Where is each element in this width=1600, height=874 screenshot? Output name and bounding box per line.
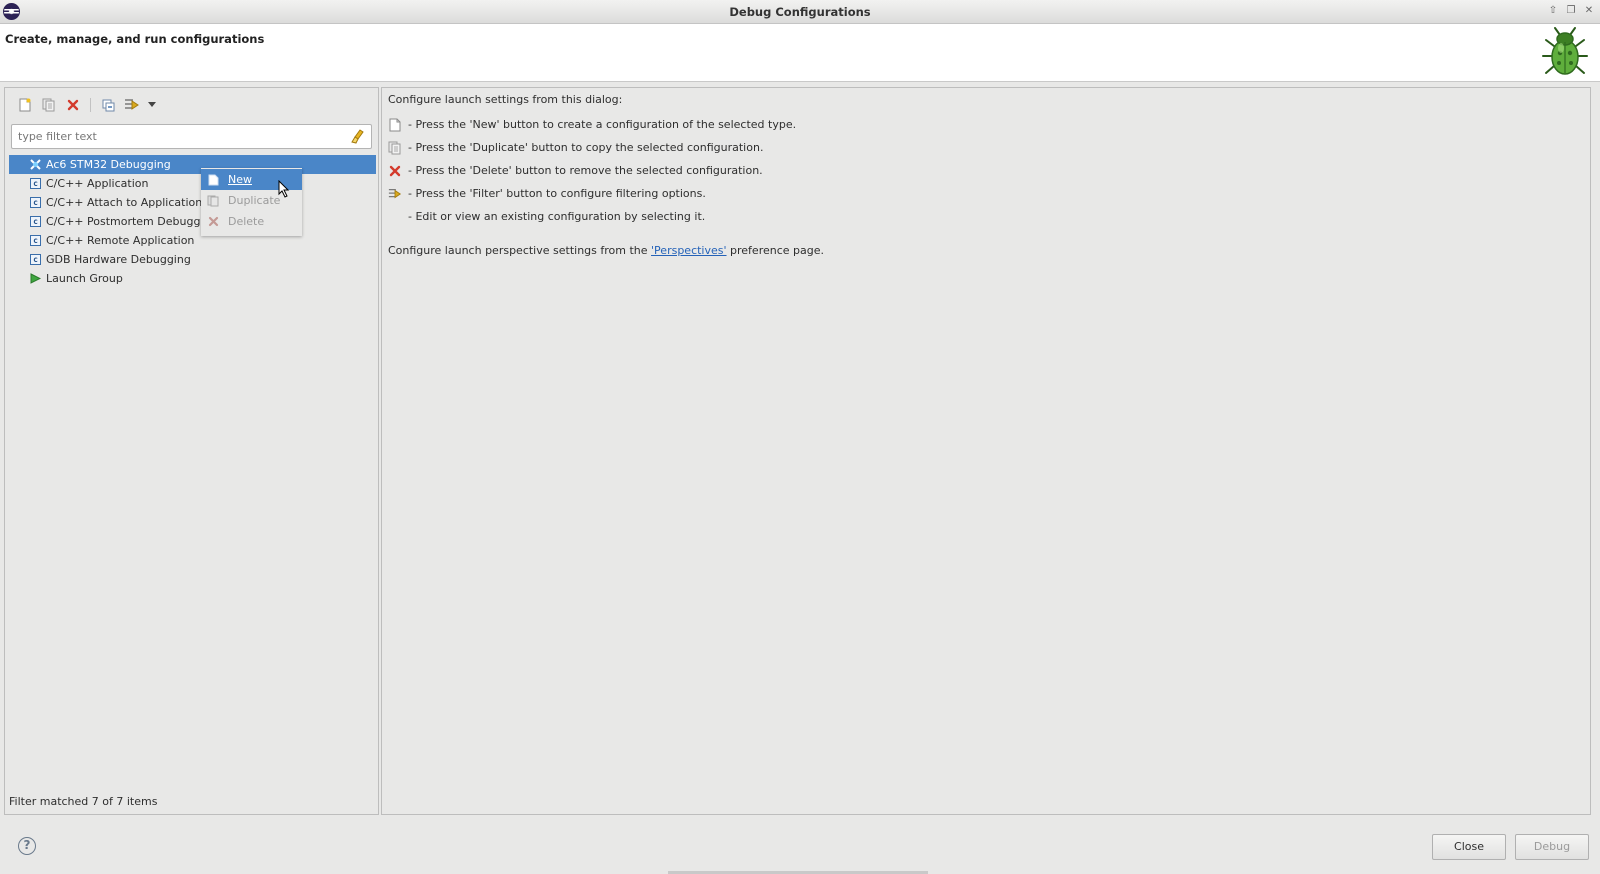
tree-item-label: C/C++ Postmortem Debugger	[46, 215, 212, 228]
delete-icon[interactable]	[63, 96, 83, 114]
configuration-tree: Ac6 STM32 Debugging c C/C++ Application …	[9, 155, 376, 288]
clear-filter-icon[interactable]	[351, 129, 365, 144]
filter-status: Filter matched 7 of 7 items	[9, 795, 158, 808]
instruction-filter: - Press the 'Filter' button to configure…	[388, 182, 1584, 205]
window-titlebar: Debug Configurations ⇧ ❐ ✕	[0, 0, 1600, 24]
perspectives-suffix: preference page.	[726, 244, 825, 257]
collapse-all-icon[interactable]	[98, 96, 118, 114]
instruction-edit: - Edit or view an existing configuration…	[388, 205, 1584, 228]
filter-input[interactable]	[18, 128, 338, 145]
tree-item-label: C/C++ Application	[46, 177, 149, 190]
duplicate-icon	[388, 141, 402, 155]
tree-item-gdb-hardware-debugging[interactable]: c GDB Hardware Debugging	[9, 250, 376, 269]
menu-item-delete[interactable]: Delete	[201, 211, 302, 232]
new-configuration-icon[interactable]	[15, 96, 35, 114]
tree-item-label: Launch Group	[46, 272, 123, 285]
c-app-icon: c	[29, 177, 42, 190]
tree-item-label: C/C++ Attach to Application	[46, 196, 203, 209]
stm32-debug-icon	[29, 158, 42, 171]
instruction-text: - Press the 'Filter' button to configure…	[408, 187, 706, 200]
delete-icon	[207, 216, 219, 228]
c-app-icon: c	[29, 253, 42, 266]
tree-item-c-cpp-attach[interactable]: c C/C++ Attach to Application	[9, 193, 376, 212]
toolbar-separator	[90, 98, 91, 112]
perspectives-link[interactable]: 'Perspectives'	[651, 244, 727, 257]
tree-item-label: C/C++ Remote Application	[46, 234, 195, 247]
close-icon[interactable]: ✕	[1582, 4, 1596, 18]
menu-item-label: New	[228, 173, 252, 186]
tree-item-c-cpp-remote[interactable]: c C/C++ Remote Application	[9, 231, 376, 250]
filter-icon	[388, 187, 402, 201]
instruction-duplicate: - Press the 'Duplicate' button to copy t…	[388, 136, 1584, 159]
instruction-new: - Press the 'New' button to create a con…	[388, 113, 1584, 136]
menu-item-label: Duplicate	[228, 194, 281, 207]
configuration-list-panel: Ac6 STM32 Debugging c C/C++ Application …	[4, 87, 379, 815]
blank-icon	[388, 210, 402, 224]
tree-item-c-cpp-postmortem[interactable]: c C/C++ Postmortem Debugger	[9, 212, 376, 231]
tree-item-launch-group[interactable]: Launch Group	[9, 269, 376, 288]
window-controls: ⇧ ❐ ✕	[1546, 4, 1596, 18]
tree-item-ac6-stm32-debugging[interactable]: Ac6 STM32 Debugging	[9, 155, 376, 174]
c-app-icon: c	[29, 215, 42, 228]
menu-item-new[interactable]: New	[201, 169, 302, 190]
duplicate-icon[interactable]	[39, 96, 59, 114]
window-title: Debug Configurations	[729, 5, 871, 19]
tree-item-c-cpp-application[interactable]: c C/C++ Application	[9, 174, 376, 193]
configuration-details-panel: Configure launch settings from this dial…	[381, 87, 1591, 815]
filter-icon[interactable]	[122, 96, 142, 114]
header-title: Create, manage, and run configurations	[5, 32, 265, 46]
restore-icon[interactable]: ❐	[1564, 4, 1578, 18]
instruction-text: - Press the 'Delete' button to remove th…	[408, 164, 763, 177]
debug-button[interactable]: Debug	[1515, 834, 1589, 860]
duplicate-icon	[207, 195, 219, 207]
view-menu-dropdown-icon[interactable]	[146, 96, 158, 114]
perspectives-prefix: Configure launch perspective settings fr…	[388, 244, 652, 257]
context-menu: New Duplicate Delete	[201, 168, 302, 236]
new-configuration-icon	[207, 174, 219, 186]
tree-item-label: GDB Hardware Debugging	[46, 253, 191, 266]
configurations-toolbar	[15, 96, 158, 114]
instruction-text: - Press the 'New' button to create a con…	[408, 118, 797, 131]
instructions-intro: Configure launch settings from this dial…	[388, 93, 623, 106]
launch-group-icon	[29, 272, 42, 285]
c-app-icon: c	[29, 196, 42, 209]
new-configuration-icon	[388, 118, 402, 132]
menu-item-duplicate[interactable]: Duplicate	[201, 190, 302, 211]
instruction-text: - Press the 'Duplicate' button to copy t…	[408, 141, 764, 154]
c-app-icon: c	[29, 234, 42, 247]
help-button[interactable]: ?	[18, 837, 36, 855]
debug-bug-icon	[1542, 27, 1588, 75]
tree-item-label: Ac6 STM32 Debugging	[46, 158, 171, 171]
maximize-up-icon[interactable]: ⇧	[1546, 4, 1560, 18]
close-button[interactable]: Close	[1432, 834, 1506, 860]
dialog-header: Create, manage, and run configurations	[0, 24, 1600, 82]
perspectives-line: Configure launch perspective settings fr…	[388, 244, 1584, 257]
delete-icon	[388, 164, 402, 178]
instruction-delete: - Press the 'Delete' button to remove th…	[388, 159, 1584, 182]
filter-field[interactable]	[11, 124, 372, 149]
instruction-text: - Edit or view an existing configuration…	[408, 210, 706, 223]
menu-item-label: Delete	[228, 215, 265, 228]
